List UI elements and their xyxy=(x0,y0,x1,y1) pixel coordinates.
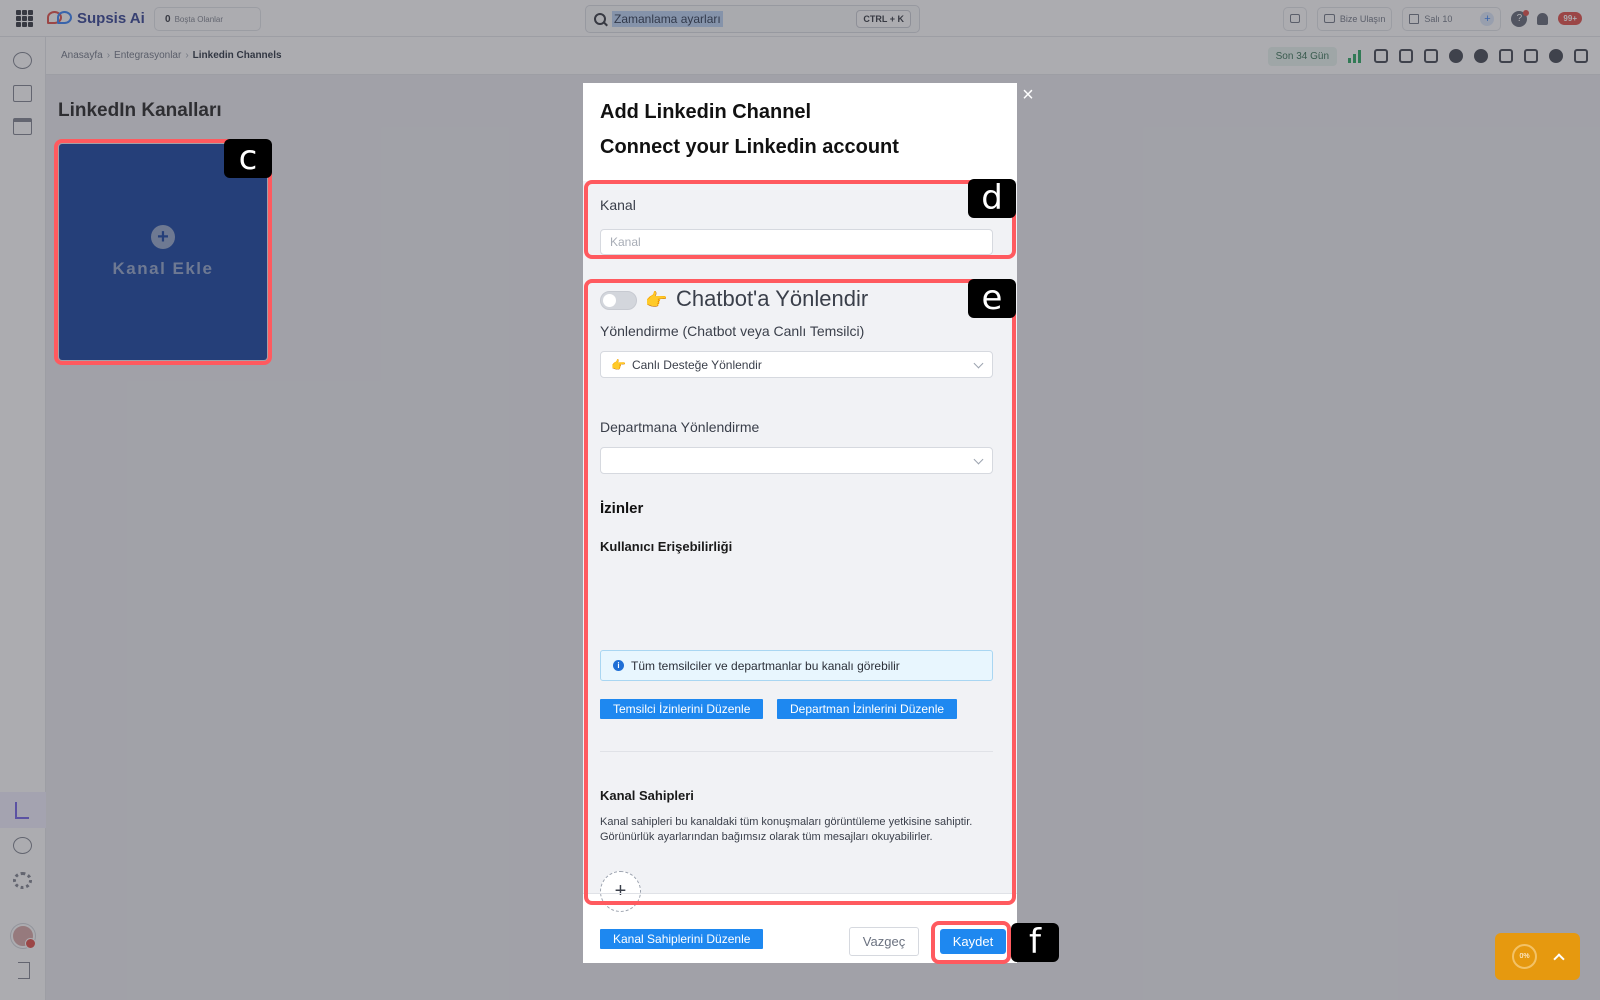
channel-label: Kanal xyxy=(600,197,636,213)
annotation-tag-c: c xyxy=(224,139,272,178)
progress-ring: 0% xyxy=(1512,944,1537,969)
user-access-info-text: Tüm temsilciler ve departmanlar bu kanal… xyxy=(631,658,900,673)
routing-select[interactable]: 👉 Canlı Desteğe Yönlendir xyxy=(600,351,993,378)
pointing-hand-icon: 👉 xyxy=(611,357,626,372)
save-button[interactable]: Kaydet xyxy=(940,929,1006,954)
chatbot-toggle[interactable] xyxy=(600,291,637,310)
channel-input[interactable] xyxy=(600,229,993,255)
modal-subtitle: Connect your Linkedin account xyxy=(600,136,899,158)
floating-progress-widget[interactable]: 0% xyxy=(1495,933,1580,980)
edit-agent-permissions-button[interactable]: Temsilci İzinlerini Düzenle xyxy=(600,699,764,719)
info-icon: i xyxy=(613,660,624,671)
chevron-down-icon xyxy=(973,454,984,465)
annotation-tag-d: d xyxy=(968,179,1016,218)
owners-title: Kanal Sahipleri xyxy=(600,788,694,803)
close-icon[interactable]: × xyxy=(1019,85,1037,105)
pointing-hand-icon: 👉 xyxy=(645,290,668,310)
owners-description: Kanal sahipleri bu kanaldaki tüm konuşma… xyxy=(600,816,973,843)
user-access-title: Kullanıcı Erişebilirliği xyxy=(600,539,733,554)
section-divider xyxy=(600,751,993,752)
routing-value: Canlı Desteğe Yönlendir xyxy=(631,357,762,372)
modal-title: Add Linkedin Channel xyxy=(600,101,812,123)
department-label: Departmana Yönlendirme xyxy=(600,419,760,435)
chatbot-title: Chatbot'a Yönlendir xyxy=(676,286,869,311)
user-access-info: i Tüm temsilciler ve departmanlar bu kan… xyxy=(600,650,993,681)
permissions-title: İzinler xyxy=(600,500,644,517)
add-linkedin-channel-modal: Add Linkedin Channel Connect your Linked… xyxy=(583,83,1017,963)
edit-owners-button[interactable]: Kanal Sahiplerini Düzenle xyxy=(600,929,764,949)
add-owner-button[interactable]: + xyxy=(600,871,641,912)
edit-department-permissions-button[interactable]: Departman İzinlerini Düzenle xyxy=(777,699,958,719)
routing-label: Yönlendirme (Chatbot veya Canlı Temsilci… xyxy=(600,323,865,339)
chevron-down-icon xyxy=(973,358,984,369)
annotation-tag-f: f xyxy=(1011,923,1059,962)
chevron-up-icon[interactable] xyxy=(1553,952,1565,965)
cancel-button[interactable]: Vazgeç xyxy=(849,927,919,956)
annotation-tag-e: e xyxy=(968,279,1016,318)
department-select[interactable] xyxy=(600,447,993,474)
footer-divider xyxy=(583,893,1017,894)
